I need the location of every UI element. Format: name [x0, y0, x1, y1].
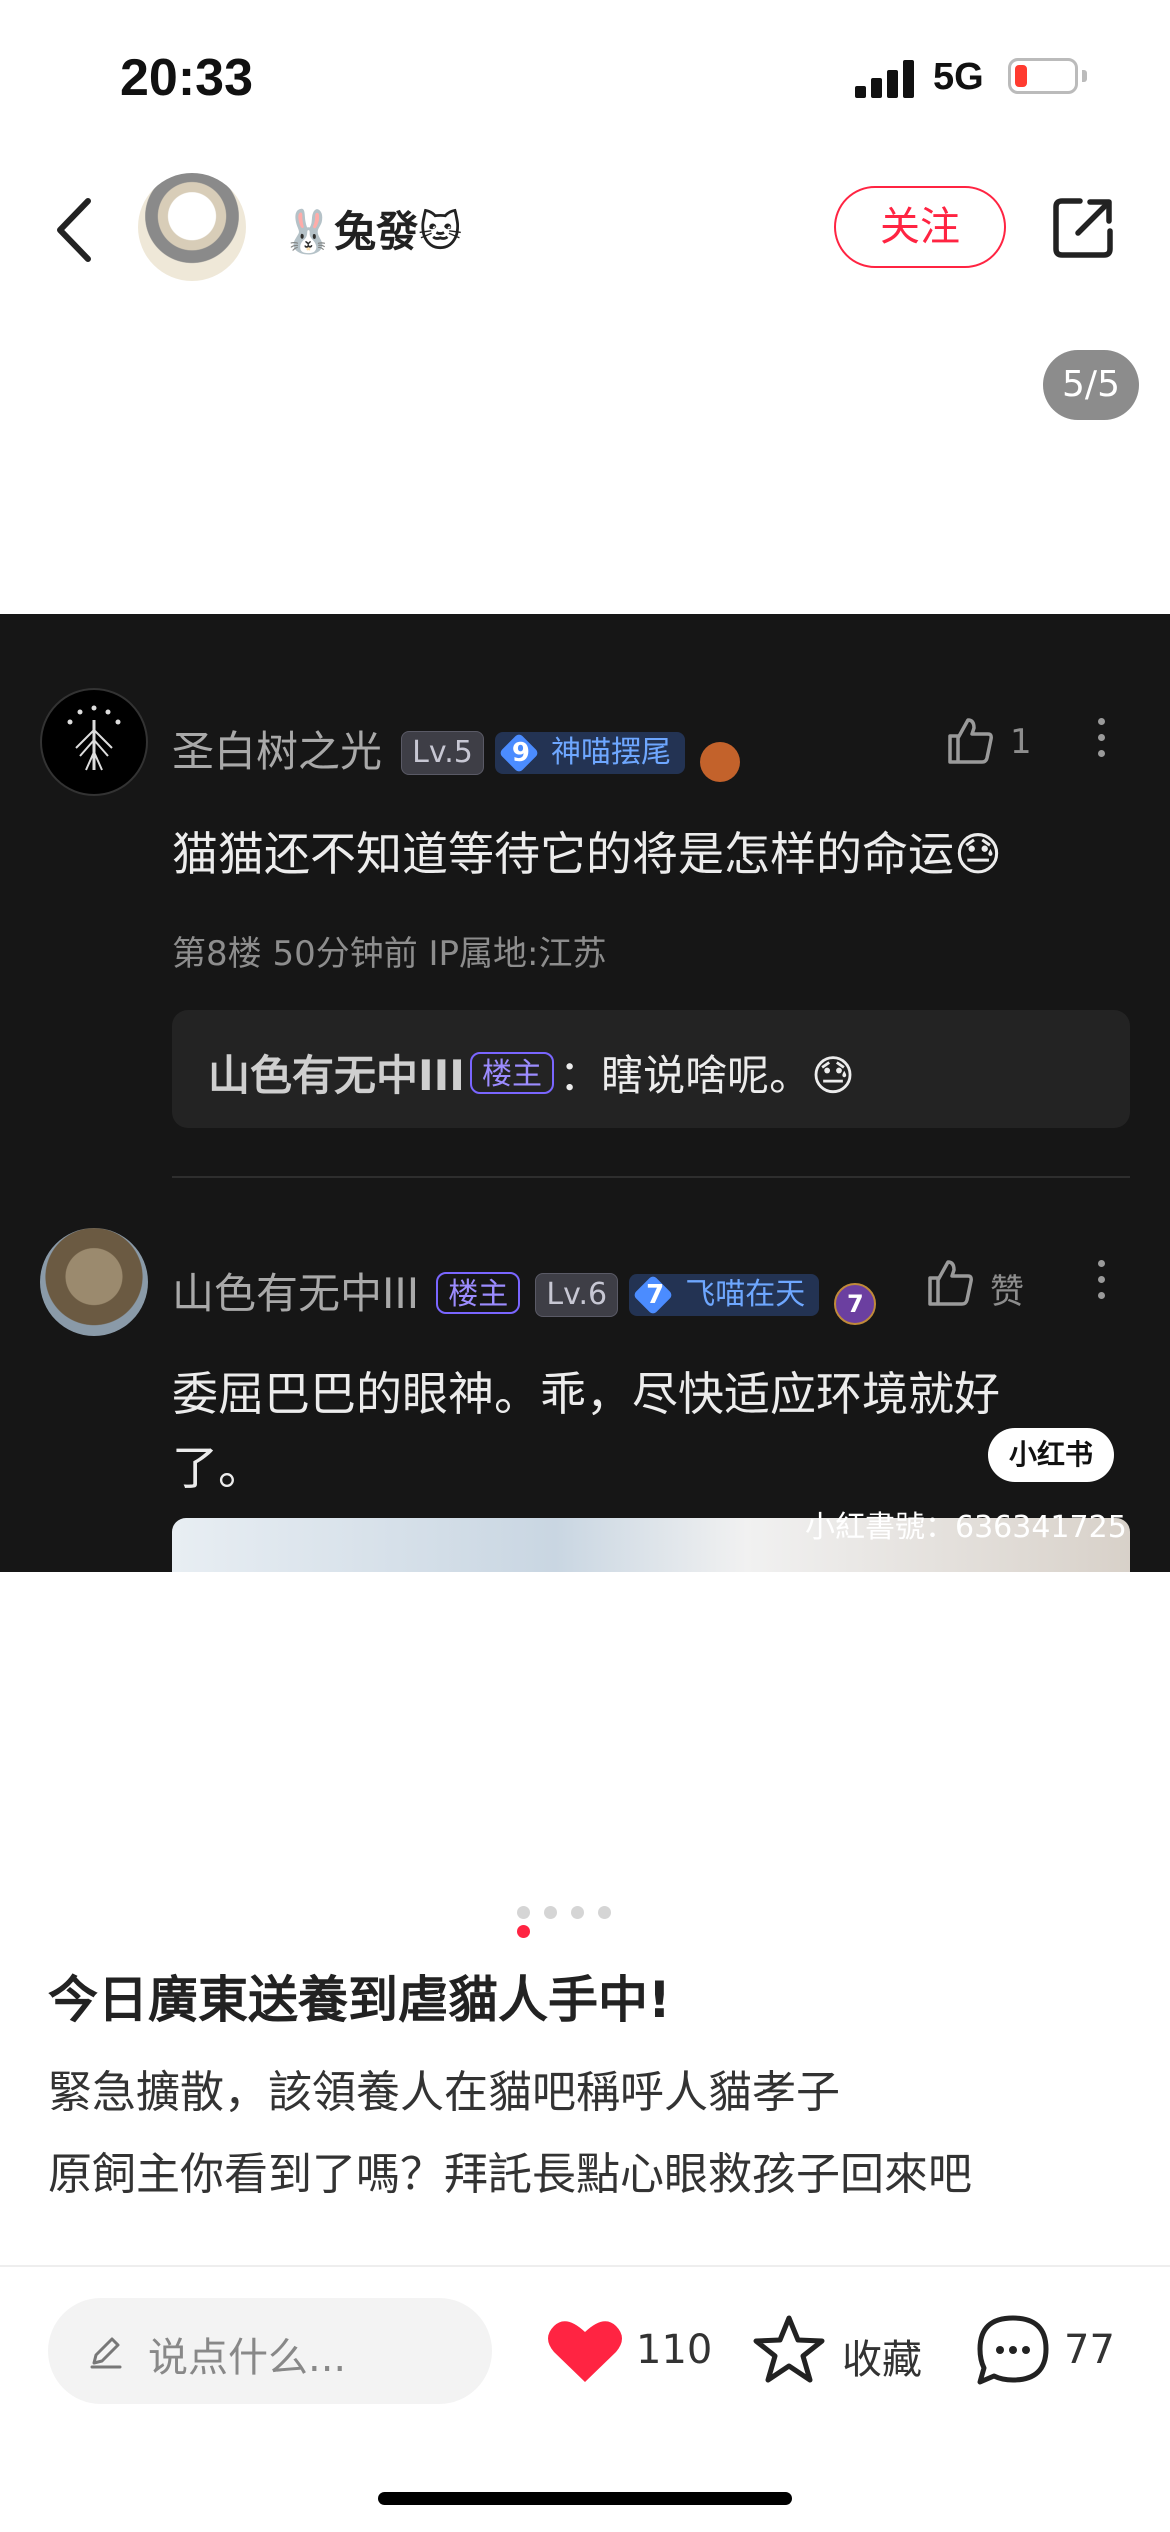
author-username[interactable]: 🐰兔發🐱 — [282, 198, 462, 259]
comment-input[interactable]: 说点什么... — [48, 2298, 492, 2404]
host-tag: 楼主 — [436, 1272, 521, 1314]
home-indicator[interactable] — [378, 2492, 792, 2505]
star-icon[interactable] — [750, 2312, 828, 2388]
divider — [0, 2265, 1170, 2267]
commenter-avatar — [40, 1228, 148, 1336]
reply-line: 山色有无中III 楼主 ：瞎说啥呢。😓 — [208, 1042, 855, 1103]
comment-text: 猫猫还不知道等待它的将是怎样的命运😓 — [172, 827, 1002, 881]
back-arrow-icon[interactable] — [50, 195, 100, 265]
comment-header: 山色有无中III 楼主 Lv.6 7 飞喵在天 7 — [172, 1260, 877, 1325]
comment-text-line2: 了。 — [172, 1441, 264, 1495]
comment-bubble-icon[interactable] — [974, 2312, 1052, 2390]
comment-count[interactable]: 77 — [1064, 2327, 1115, 2373]
fan-badge: 9 神喵摆尾 — [494, 732, 685, 774]
medal-icon: 7 — [834, 1282, 877, 1325]
fan-badge: 7 飞喵在天 — [629, 1274, 820, 1316]
host-tag: 楼主 — [469, 1052, 554, 1094]
post-title: 今日廣東送養到虐貓人手中! — [48, 1971, 671, 2029]
like-count: 1 — [1010, 722, 1032, 762]
post-body-line1: 緊急擴散，該領養人在貓吧稱呼人貓孝子 — [48, 2067, 840, 2118]
carousel-indicator — [517, 1904, 647, 1938]
like-label: 赞 — [990, 1272, 1024, 1312]
commenter-avatar — [40, 688, 148, 796]
page-dot-active — [517, 1925, 530, 1938]
page-dot — [571, 1906, 584, 1919]
white-tree-icon — [67, 705, 121, 771]
page-dot — [544, 1906, 557, 1919]
xiaohongshu-logo: 小红书 — [988, 1428, 1114, 1482]
image-counter: 5/5 — [1043, 350, 1139, 420]
like-count[interactable]: 110 — [636, 2327, 712, 2373]
reply-author[interactable]: 山色有无中III — [208, 1051, 465, 1100]
comment-placeholder: 说点什么... — [148, 2335, 347, 2381]
follow-button[interactable]: 关注 — [834, 186, 1006, 268]
level-badge: Lv.6 — [535, 1273, 619, 1317]
comment-text-line1: 委屈巴巴的眼神。乖，尽快适应环境就好 — [172, 1367, 1000, 1421]
medal-icon — [700, 741, 741, 782]
status-time: 20:33 — [120, 49, 253, 107]
network-type: 5G — [933, 56, 984, 98]
post-body-line2: 原飼主你看到了嗎？拜託長點心眼救孩子回來吧 — [48, 2149, 972, 2200]
author-avatar[interactable] — [138, 173, 246, 281]
divider — [172, 1176, 1130, 1178]
commenter-name[interactable]: 山色有无中III — [172, 1269, 419, 1318]
more-options-icon[interactable] — [1098, 1260, 1108, 1308]
comment-meta: 第8楼 50分钟前 IP属地:江苏 — [172, 934, 607, 974]
heart-icon[interactable] — [546, 2316, 624, 2386]
page-dot — [598, 1906, 611, 1919]
battery-icon — [1008, 58, 1078, 94]
reply-text: ：瞎说啥呢。😓 — [559, 1051, 855, 1100]
battery-tip — [1082, 70, 1087, 82]
pencil-icon — [90, 2337, 122, 2369]
more-options-icon[interactable] — [1098, 718, 1108, 766]
commenter-name[interactable]: 圣白树之光 — [172, 727, 382, 776]
comment-header: 圣白树之光 Lv.5 9 神喵摆尾 — [172, 718, 741, 782]
cellular-signal-icon — [855, 60, 917, 98]
thumbs-up-icon[interactable] — [944, 714, 996, 766]
collect-label[interactable]: 收藏 — [842, 2327, 922, 2385]
page-dot — [517, 1906, 530, 1919]
thumbs-up-icon[interactable] — [924, 1256, 976, 1308]
level-badge: Lv.5 — [401, 731, 484, 775]
share-icon[interactable] — [1050, 195, 1116, 261]
watermark-id: 小紅書號：636341725 — [805, 1510, 1127, 1545]
